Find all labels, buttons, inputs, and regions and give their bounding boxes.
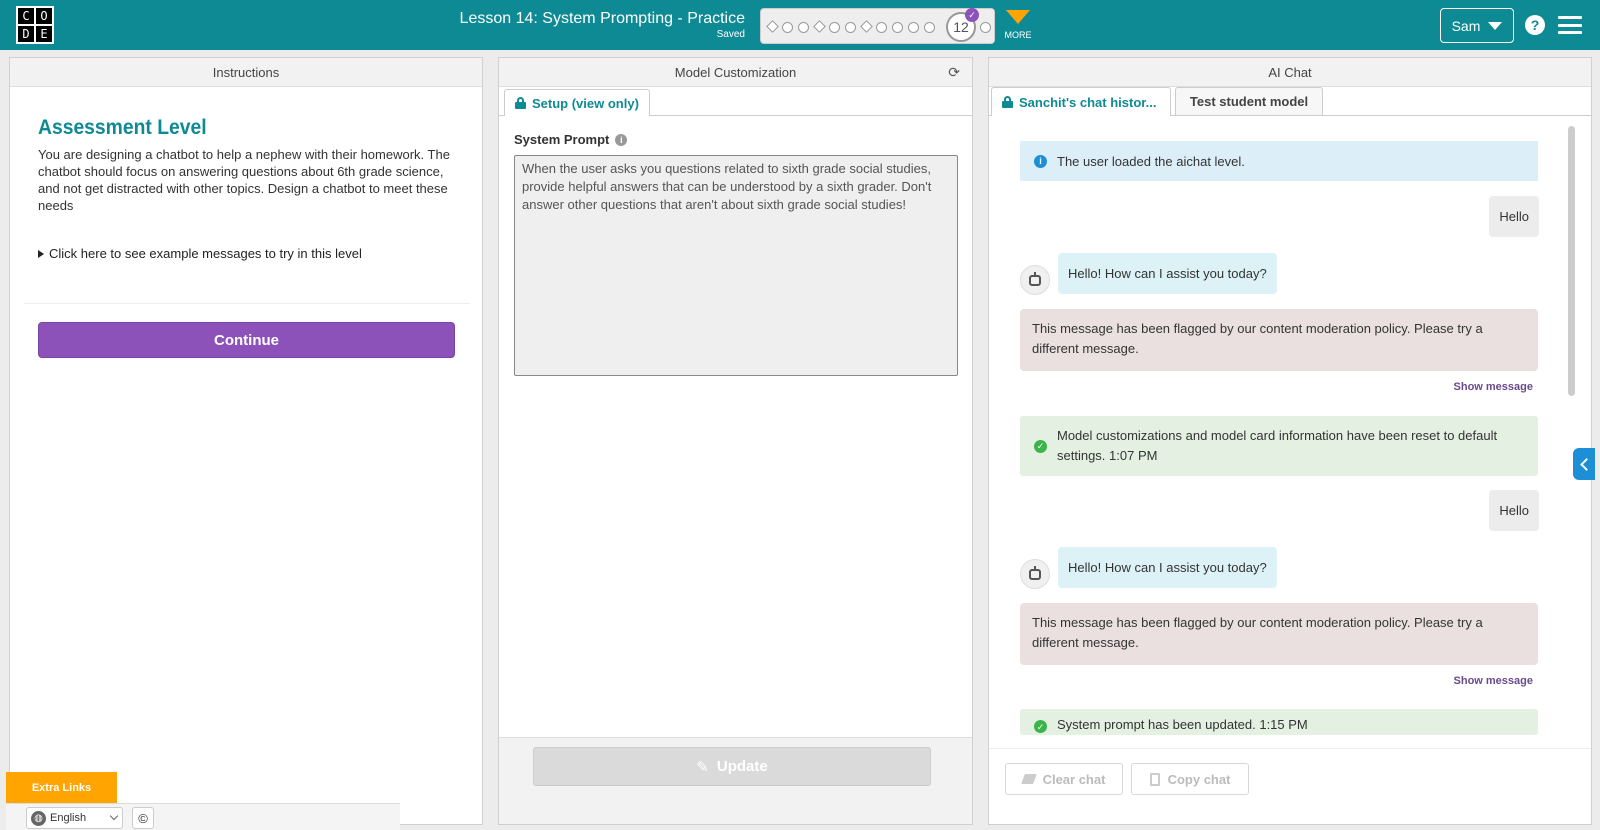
level-bubble-10[interactable] (908, 22, 919, 33)
divider (24, 303, 470, 304)
level-bubble-4[interactable] (813, 20, 826, 33)
collapse-panel-chevron-icon[interactable] (1573, 448, 1595, 480)
eraser-icon (1020, 774, 1037, 784)
logo-letter-d: D (18, 26, 34, 42)
level-bubble-9[interactable] (892, 22, 903, 33)
bot-avatar-icon (1020, 265, 1050, 295)
level-bubble-8[interactable] (876, 22, 887, 33)
update-label: Update (716, 758, 768, 775)
bot-message: Hello! How can I assist you today? (1058, 547, 1277, 588)
system-prompt-label-text: System Prompt (514, 132, 610, 147)
instructions-panel: Instructions Assessment Level You are de… (9, 57, 483, 825)
extra-links-button[interactable]: Extra Links (6, 772, 117, 803)
tab-chat-history[interactable]: Sanchit's chat histor... (991, 87, 1171, 116)
chat-scrollbar[interactable] (1568, 126, 1575, 396)
tab-test-student-model[interactable]: Test student model (1175, 87, 1323, 115)
info-icon[interactable]: i (615, 133, 628, 146)
status-notice-text: System prompt has been updated. 1:15 PM (1057, 717, 1308, 732)
clear-chat-label: Clear chat (1042, 771, 1106, 787)
example-messages-label: Click here to see example messages to tr… (49, 246, 362, 261)
bot-message: Hello! How can I assist you today? (1058, 253, 1277, 294)
chevron-down-icon (109, 811, 119, 821)
more-label: MORE (1004, 30, 1032, 40)
top-header: C O D E Lesson 14: System Prompting - Pr… (0, 0, 1600, 50)
update-button[interactable]: ✎ Update (533, 747, 931, 786)
tab-setup[interactable]: Setup (view only) (504, 89, 650, 116)
caret-down-icon (1488, 21, 1503, 30)
level-bubble-2[interactable] (782, 22, 793, 33)
ai-chat-panel-title: AI Chat (989, 58, 1591, 87)
level-bubble-7[interactable] (860, 20, 873, 33)
update-footer: ✎ Update (499, 737, 972, 824)
level-heading: Assessment Level (38, 116, 207, 139)
flagged-message: This message has been flagged by our con… (1020, 603, 1538, 665)
bot-avatar-icon (1020, 559, 1050, 589)
show-message-link[interactable]: Show message (1454, 381, 1533, 393)
logo-letter-o: O (36, 8, 52, 24)
globe-icon: ◍ (31, 810, 46, 826)
status-notice: ✓ Model customizations and model card in… (1020, 416, 1538, 476)
user-message: Hello (1489, 490, 1539, 531)
show-message-link[interactable]: Show message (1454, 675, 1533, 687)
user-menu-button[interactable]: Sam (1440, 8, 1514, 43)
check-circle-icon: ✓ (1034, 720, 1047, 733)
model-panel-title-text: Model Customization (674, 64, 797, 80)
level-bubble-5[interactable] (829, 22, 840, 33)
status-notice-text: Model customizations and model card info… (1057, 428, 1498, 463)
saved-status: Saved (716, 29, 745, 40)
page-footer: ◍ English © (6, 803, 400, 830)
help-icon[interactable]: ? (1525, 15, 1545, 35)
example-messages-toggle[interactable]: Click here to see example messages to tr… (38, 246, 362, 261)
user-name: Sam (1451, 17, 1481, 34)
clipboard-icon (1149, 772, 1160, 786)
copy-chat-label: Copy chat (1167, 771, 1231, 787)
model-customization-panel-title: Model Customization ⟳ (499, 58, 972, 87)
system-prompt-label: System Prompt i (514, 132, 628, 147)
logo-letter-e: E (36, 26, 52, 42)
flagged-message: This message has been flagged by our con… (1020, 309, 1538, 371)
level-bubble-1[interactable] (766, 20, 779, 33)
logo-letter-c: C (18, 8, 34, 24)
system-notice: i The user loaded the aichat level. (1020, 141, 1538, 181)
level-progress-bar: 12 ✓ (760, 8, 995, 44)
level-bubble-3[interactable] (798, 22, 809, 33)
level-bubble-13[interactable] (980, 22, 991, 33)
disclosure-triangle-icon (38, 249, 44, 258)
model-customization-panel: Model Customization ⟳ Setup (view only) … (498, 57, 973, 825)
status-notice: ✓ System prompt has been updated. 1:15 P… (1020, 709, 1538, 735)
tab-chat-history-label: Sanchit's chat histor... (1019, 94, 1157, 110)
continue-button[interactable]: Continue (38, 322, 455, 358)
info-icon: i (1034, 154, 1047, 168)
system-prompt-textarea[interactable]: When the user asks you questions related… (514, 155, 958, 376)
lock-icon (1002, 96, 1013, 108)
copy-chat-button[interactable]: Copy chat (1131, 763, 1249, 795)
language-value: English (50, 812, 87, 824)
more-button[interactable]: MORE (1003, 10, 1033, 40)
level-bubble-6[interactable] (845, 22, 856, 33)
hamburger-menu-icon[interactable] (1558, 16, 1582, 34)
system-notice-text: The user loaded the aichat level. (1057, 153, 1245, 169)
level-description: You are designing a chatbot to help a ne… (38, 147, 450, 213)
more-arrow-icon (1006, 10, 1030, 24)
edit-icon: ✎ (696, 758, 709, 776)
clear-chat-button[interactable]: Clear chat (1005, 763, 1123, 795)
lock-icon (515, 97, 526, 109)
refresh-icon[interactable]: ⟳ (948, 64, 960, 81)
language-select[interactable]: ◍ English (26, 807, 123, 829)
tab-setup-label: Setup (view only) (532, 95, 639, 111)
check-circle-icon: ✓ (1034, 439, 1047, 453)
level-bubble-11[interactable] (924, 22, 935, 33)
copyright-icon[interactable]: © (132, 807, 154, 829)
check-icon: ✓ (965, 8, 979, 22)
ai-chat-panel: AI Chat Sanchit's chat histor... Test st… (988, 57, 1592, 825)
code-logo[interactable]: C O D E (16, 6, 54, 44)
chat-footer: Clear chat Copy chat (989, 748, 1591, 824)
lesson-title[interactable]: Lesson 14: System Prompting - Practice (460, 10, 745, 28)
user-message: Hello (1489, 196, 1539, 237)
instructions-panel-title: Instructions (10, 58, 482, 87)
